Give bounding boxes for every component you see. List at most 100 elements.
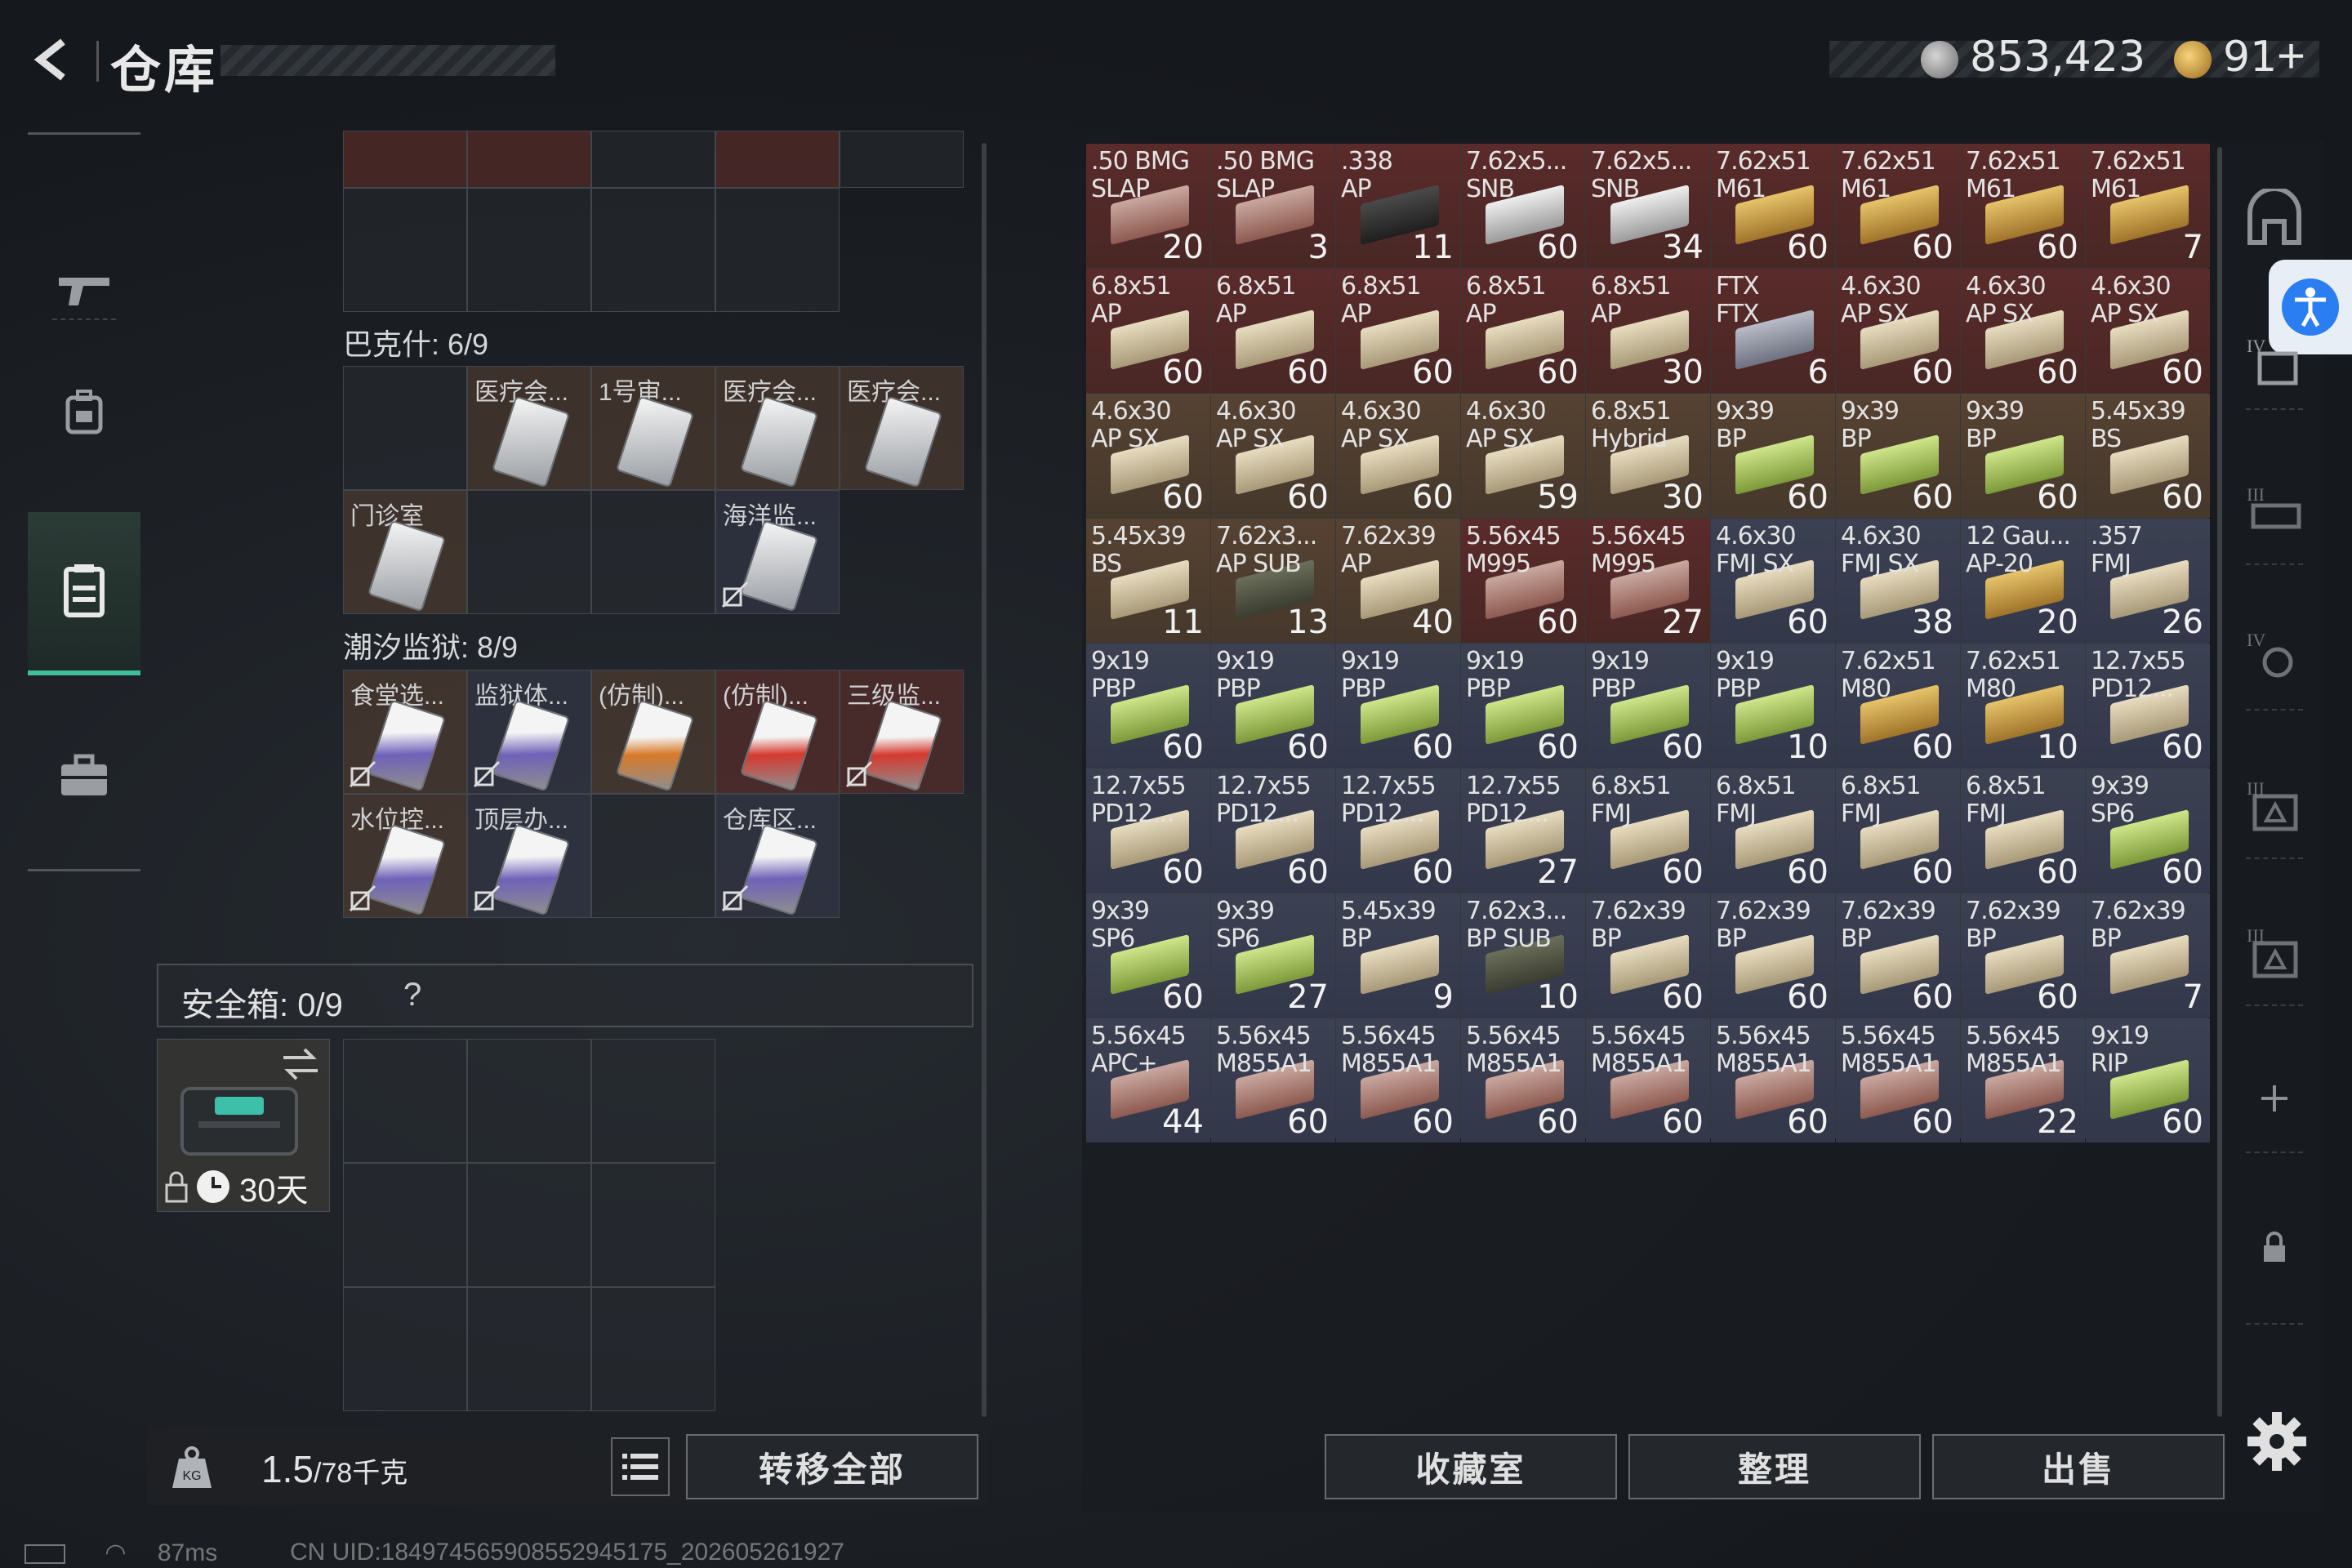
safe-slot[interactable] [343,1163,467,1287]
ammo-item[interactable]: 9x19 PBP 60 [1461,644,1585,768]
keycard-slot[interactable]: 1号审... [591,366,715,490]
ammo-item[interactable]: FTX FTX 6 [1711,269,1835,393]
keycard-slot[interactable]: 门诊室 [343,490,467,614]
keycard-slot[interactable]: 医疗会... [467,366,591,490]
ammo-item[interactable]: 6.8x51 AP 60 [1211,269,1335,393]
empty-slot[interactable] [467,188,591,312]
keycard-slot[interactable]: 食堂选... [343,670,467,794]
tier3-box-tab[interactable]: III [2238,915,2311,988]
ammo-item[interactable]: 12 Gau... AP-20 20 [1961,519,2085,643]
list-view-button[interactable] [611,1437,670,1496]
empty-slot[interactable] [343,366,467,490]
ammo-item[interactable]: 5.56x45 M855A1 60 [1461,1018,1585,1143]
safe-slot[interactable] [591,1287,715,1411]
tier4-storage-tab[interactable]: IV [2238,325,2311,399]
ammo-item[interactable]: 4.6x30 AP SX 60 [1836,269,1960,393]
safe-slot[interactable] [467,1039,591,1163]
safe-box-item[interactable]: 30天 [157,1039,330,1212]
ammo-item[interactable]: 7.62x51 M80 60 [1836,644,1960,768]
ammo-item[interactable]: 5.56x45 APC+ 44 [1086,1018,1210,1143]
empty-slot[interactable] [591,188,715,312]
keycard-slot[interactable]: 监狱体... [467,670,591,794]
empty-slot[interactable] [591,490,715,614]
keycard-slot[interactable]: 水位控... [343,794,467,918]
ammo-item[interactable]: 5.56x45 M855A1 60 [1836,1018,1960,1143]
swap-icon[interactable] [280,1046,321,1082]
ammo-item[interactable]: 12.7x55 PD12... 27 [1461,768,1585,893]
ammo-item[interactable]: 7.62x51 M61 60 [1711,144,1835,268]
container-slot[interactable] [715,131,840,188]
ammo-item[interactable]: 6.8x51 FMJ 60 [1711,768,1835,893]
back-button[interactable] [24,31,82,88]
keycard-slot[interactable]: 顶层办... [467,794,591,918]
safehouse-tab[interactable] [2238,181,2311,255]
ammo-item[interactable]: 12.7x55 PD12... 60 [1086,768,1210,893]
sort-button[interactable]: 整理 [1628,1434,1921,1499]
ammo-item[interactable]: 7.62x5... SNB 34 [1586,144,1710,268]
ammo-item[interactable]: 9x39 SP6 27 [1211,893,1335,1018]
ammo-item[interactable]: 5.56x45 M855A1 60 [1336,1018,1460,1143]
ammo-item[interactable]: .50 BMG SLAP 20 [1086,144,1210,268]
keycard-slot[interactable]: (仿制)... [715,670,840,794]
ammo-item[interactable]: 12.7x55 PD12... 60 [1211,768,1335,893]
ammo-item[interactable]: .357 FMJ 26 [2086,519,2210,643]
ammo-item[interactable]: 4.6x30 AP SX 60 [1336,394,1460,518]
lock-button[interactable] [2238,1210,2311,1284]
ammo-item[interactable]: 5.56x45 M855A1 22 [1961,1018,2085,1143]
ammo-item[interactable]: 5.56x45 M995 27 [1586,519,1710,643]
ammo-item[interactable]: 4.6x30 AP SX 59 [1461,394,1585,518]
keycard-slot[interactable]: 医疗会... [715,366,840,490]
container-slot[interactable] [591,131,715,188]
empty-slot[interactable] [591,794,715,918]
ammo-item[interactable]: 7.62x3... AP SUB 13 [1211,519,1335,643]
ammo-item[interactable]: 4.6x30 AP SX 60 [2086,269,2210,393]
safe-slot[interactable] [591,1039,715,1163]
ammo-item[interactable]: 7.62x39 BP 60 [1961,893,2085,1018]
ammo-item[interactable]: 5.45x39 BP 9 [1336,893,1460,1018]
ammo-item[interactable]: 7.62x3... BP SUB 10 [1461,893,1585,1018]
ammo-item[interactable]: 5.45x39 BS 60 [2086,394,2210,518]
add-storage-button[interactable] [2238,1062,2311,1135]
keycard-slot[interactable]: 海洋监... [715,490,840,614]
left-scrollbar[interactable] [982,143,987,1417]
ammo-item[interactable]: .50 BMG SLAP 3 [1211,144,1335,268]
add-gold-button[interactable]: + [2277,28,2305,84]
ammo-item[interactable]: 4.6x30 FMJ SX 38 [1836,519,1960,643]
ammo-item[interactable]: 4.6x30 AP SX 60 [1211,394,1335,518]
nav-backpack[interactable] [28,331,140,494]
ammo-item[interactable]: 6.8x51 AP 60 [1461,269,1585,393]
ammo-item[interactable]: 9x39 BP 60 [1836,394,1960,518]
collection-room-button[interactable]: 收藏室 [1325,1434,1617,1499]
nav-storage[interactable] [28,512,140,675]
ammo-item[interactable]: 9x19 PBP 60 [1086,644,1210,768]
ammo-item[interactable]: 4.6x30 AP SX 60 [1961,269,2085,393]
ammo-item[interactable]: 4.6x30 AP SX 60 [1086,394,1210,518]
ammo-item[interactable]: 7.62x39 BP 60 [1586,893,1710,1018]
ammo-item[interactable]: 6.8x51 AP 30 [1586,269,1710,393]
ammo-item[interactable]: 7.62x39 BP 60 [1836,893,1960,1018]
ammo-item[interactable]: 6.8x51 FMJ 60 [1586,768,1710,893]
help-button[interactable]: ? [403,977,421,1013]
ammo-item[interactable]: 7.62x39 BP 7 [2086,893,2210,1018]
keycard-slot[interactable]: (仿制)... [591,670,715,794]
ammo-item[interactable]: 9x19 PBP 60 [1586,644,1710,768]
ammo-item[interactable]: 12.7x55 PD12... 60 [2086,644,2210,768]
settings-button[interactable] [2244,1409,2310,1474]
ammo-item[interactable]: 7.62x51 M80 10 [1961,644,2085,768]
ammo-item[interactable]: 9x19 PBP 10 [1711,644,1835,768]
ammo-item[interactable]: 9x19 PBP 60 [1211,644,1335,768]
ammo-item[interactable]: 5.56x45 M855A1 60 [1586,1018,1710,1143]
ammo-item[interactable]: 9x19 PBP 60 [1336,644,1460,768]
ammo-item[interactable]: 6.8x51 FMJ 60 [1836,768,1960,893]
ammo-item[interactable]: 6.8x51 Hybrid 30 [1586,394,1710,518]
empty-slot[interactable] [715,188,840,312]
ammo-item[interactable]: 9x19 RIP 60 [2086,1018,2210,1143]
nav-briefcase[interactable] [28,694,140,858]
ammo-item[interactable]: 7.62x51 M61 7 [2086,144,2210,268]
keycard-slot[interactable]: 仓库区... [715,794,840,918]
ammo-item[interactable]: 7.62x51 M61 60 [1836,144,1960,268]
safe-slot[interactable] [343,1039,467,1163]
safe-slot[interactable] [591,1163,715,1287]
tier3-storage-tab[interactable]: III [2238,474,2311,547]
ammo-item[interactable]: 9x39 BP 60 [1711,394,1835,518]
